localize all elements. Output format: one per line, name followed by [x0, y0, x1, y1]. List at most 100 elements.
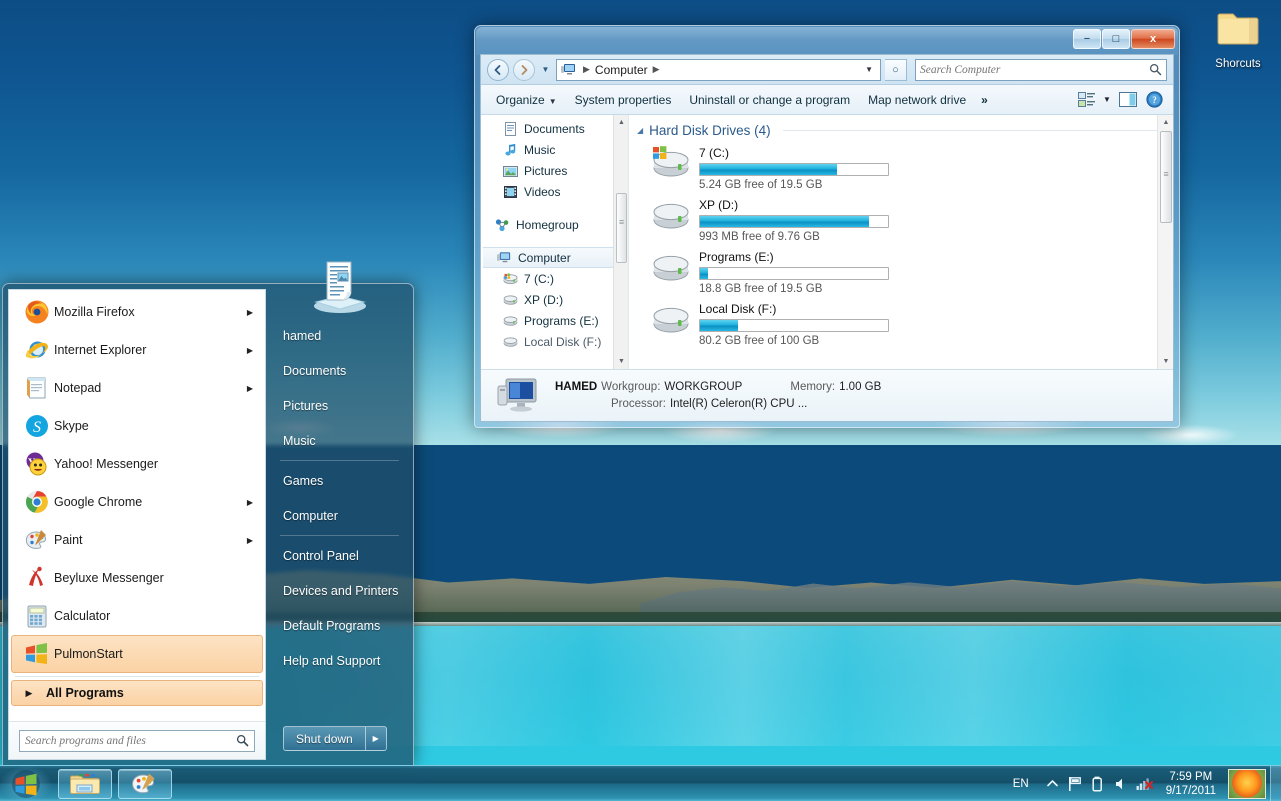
content-pane[interactable]: ◢ Hard Disk Drives (4) 7 (C:) 5.24 GB fr… — [629, 115, 1173, 369]
navigation-pane[interactable]: Documents Music Pictures Videos Homegrou… — [481, 115, 629, 369]
view-options-icon[interactable] — [1073, 89, 1099, 111]
nav-spacer-2 — [481, 235, 628, 247]
nav-item-pictures[interactable]: Pictures — [481, 160, 628, 181]
address-bar[interactable]: ▶ Computer ▶ ▼ — [556, 58, 881, 81]
back-button[interactable] — [487, 58, 509, 81]
clock[interactable]: 7:59 PM 9/17/2011 — [1156, 770, 1226, 798]
nav-pane-scrollbar[interactable]: ▲ ▼ — [613, 115, 628, 369]
address-dropdown-icon[interactable]: ▼ — [860, 65, 878, 74]
maximize-button[interactable]: □ — [1102, 29, 1130, 49]
start-place-computer[interactable]: Computer — [266, 498, 413, 533]
toolbar-overflow-button[interactable]: » — [975, 89, 994, 111]
flower-thumbnail[interactable] — [1228, 768, 1266, 799]
minimize-button[interactable]: − — [1073, 29, 1101, 49]
battery-icon[interactable] — [1087, 766, 1110, 801]
start-search-input[interactable] — [25, 734, 236, 747]
submenu-arrow-icon[interactable]: ▶ — [247, 384, 258, 393]
action-center-flag-icon[interactable] — [1064, 766, 1087, 801]
nav-scroll-thumb[interactable] — [616, 193, 627, 263]
start-place-documents[interactable]: Documents — [266, 353, 413, 388]
start-user-name[interactable]: hamed — [266, 318, 413, 353]
start-menu[interactable]: Mozilla Firefox ▶ Internet Explorer ▶ No… — [2, 261, 414, 766]
explorer-search-box[interactable] — [915, 58, 1167, 81]
shut-down-button[interactable]: Shut down — [283, 726, 365, 751]
drive-item-c[interactable]: 7 (C:) 5.24 GB free of 19.5 GB — [629, 142, 1173, 194]
submenu-arrow-icon[interactable]: ▶ — [247, 536, 258, 545]
start-place-music[interactable]: Music — [266, 423, 413, 458]
desktop-icon-shorcuts[interactable]: Shorcuts — [1196, 8, 1280, 71]
triangle-down-icon[interactable]: ◢ — [637, 126, 643, 135]
map-network-drive-button[interactable]: Map network drive — [859, 89, 975, 111]
content-scrollbar[interactable]: ▲ ▼ — [1157, 115, 1173, 369]
nav-item-drive-d[interactable]: XP (D:) — [481, 289, 628, 310]
start-item-label: Beyluxe Messenger — [54, 571, 164, 585]
nav-item-music[interactable]: Music — [481, 139, 628, 160]
taskbar-item-paint[interactable] — [118, 768, 172, 799]
show-hidden-icons-button[interactable] — [1041, 766, 1064, 801]
submenu-arrow-icon[interactable]: ▶ — [247, 308, 258, 317]
drive-item-d[interactable]: XP (D:) 993 MB free of 9.76 GB — [629, 194, 1173, 246]
network-error-icon[interactable] — [1133, 766, 1156, 801]
system-properties-button[interactable]: System properties — [566, 89, 681, 111]
start-item-skype[interactable]: S Skype — [11, 407, 263, 445]
start-place-devices-and-printers[interactable]: Devices and Printers — [266, 573, 413, 608]
breadcrumb-computer[interactable]: Computer — [593, 63, 650, 77]
forward-button[interactable] — [513, 58, 535, 81]
uninstall-button[interactable]: Uninstall or change a program — [680, 89, 859, 111]
start-item-mozilla-firefox[interactable]: Mozilla Firefox ▶ — [11, 293, 263, 331]
taskbar[interactable]: EN 7:59 PM 9/17/2011 — [0, 765, 1281, 801]
content-scroll-down-arrow[interactable]: ▼ — [1158, 354, 1173, 369]
nav-item-documents[interactable]: Documents — [481, 118, 628, 139]
start-item-beyluxe-messenger[interactable]: Beyluxe Messenger — [11, 559, 263, 597]
nav-item-drive-e[interactable]: Programs (E:) — [481, 310, 628, 331]
start-place-control-panel[interactable]: Control Panel — [266, 538, 413, 573]
start-item-paint[interactable]: Paint ▶ — [11, 521, 263, 559]
view-options-caret-icon[interactable]: ▼ — [1099, 89, 1115, 111]
close-button[interactable]: x — [1131, 29, 1175, 49]
start-item-pulmonstart[interactable]: PulmonStart — [11, 635, 263, 673]
show-desktop-button[interactable] — [1270, 765, 1281, 801]
language-indicator[interactable]: EN — [1001, 778, 1041, 790]
preview-pane-icon[interactable] — [1115, 89, 1141, 111]
recent-pages-button[interactable]: ▼ — [539, 65, 552, 74]
shut-down-options-arrow[interactable]: ▶ — [364, 726, 387, 751]
start-place-default-programs[interactable]: Default Programs — [266, 608, 413, 643]
scroll-up-arrow[interactable]: ▲ — [614, 115, 628, 130]
taskbar-item-windows-explorer[interactable] — [58, 768, 112, 799]
nav-item-drive-f[interactable]: Local Disk (F:) — [481, 331, 628, 352]
group-header-hard-disk-drives[interactable]: ◢ Hard Disk Drives (4) — [629, 115, 1173, 142]
start-item-internet-explorer[interactable]: Internet Explorer ▶ — [11, 331, 263, 369]
start-menu-search-box[interactable] — [19, 729, 255, 752]
nav-item-drive-c[interactable]: 7 (C:) — [481, 268, 628, 289]
user-avatar[interactable] — [266, 256, 413, 318]
drive-item-f[interactable]: Local Disk (F:) 80.2 GB free of 100 GB — [629, 298, 1173, 350]
start-item-notepad[interactable]: Notepad ▶ — [11, 369, 263, 407]
desktop[interactable]: Shorcuts − □ x ▼ ▶ Computer ▶ ▼ ○ Search… — [0, 0, 1281, 801]
submenu-arrow-icon[interactable]: ▶ — [247, 346, 258, 355]
search-input[interactable] — [920, 63, 1149, 76]
organize-button[interactable]: Organize ▼ — [487, 89, 566, 111]
start-place-pictures[interactable]: Pictures — [266, 388, 413, 423]
explorer-window[interactable]: − □ x ▼ ▶ Computer ▶ ▼ ○ Search Computer… — [474, 25, 1180, 428]
scroll-down-arrow[interactable]: ▼ — [614, 354, 628, 369]
content-scroll-thumb[interactable] — [1160, 131, 1172, 223]
start-item-yahoo-messenger[interactable]: Y! Yahoo! Messenger — [11, 445, 263, 483]
nav-item-computer[interactable]: Computer — [483, 247, 628, 268]
volume-icon[interactable] — [1110, 766, 1133, 801]
nav-item-homegroup[interactable]: Homegroup — [481, 214, 628, 235]
documents-icon — [505, 121, 516, 136]
start-item-google-chrome[interactable]: Google Chrome ▶ — [11, 483, 263, 521]
start-place-help-and-support[interactable]: Help and Support — [266, 643, 413, 678]
explorer-titlebar[interactable]: − □ x — [476, 27, 1178, 55]
crumb-separator-end[interactable]: ▶ — [650, 64, 663, 75]
all-programs-button[interactable]: ▶ All Programs — [11, 680, 263, 706]
start-button[interactable] — [0, 765, 52, 801]
help-icon[interactable]: ? — [1141, 89, 1167, 111]
submenu-arrow-icon[interactable]: ▶ — [247, 498, 258, 507]
drive-item-e[interactable]: Programs (E:) 18.8 GB free of 19.5 GB — [629, 246, 1173, 298]
start-item-calculator[interactable]: Calculator — [11, 597, 263, 635]
start-place-games[interactable]: Games — [266, 463, 413, 498]
nav-item-videos[interactable]: Videos — [481, 181, 628, 202]
refresh-button[interactable]: ○ — [885, 58, 907, 81]
content-scroll-up-arrow[interactable]: ▲ — [1158, 115, 1173, 130]
